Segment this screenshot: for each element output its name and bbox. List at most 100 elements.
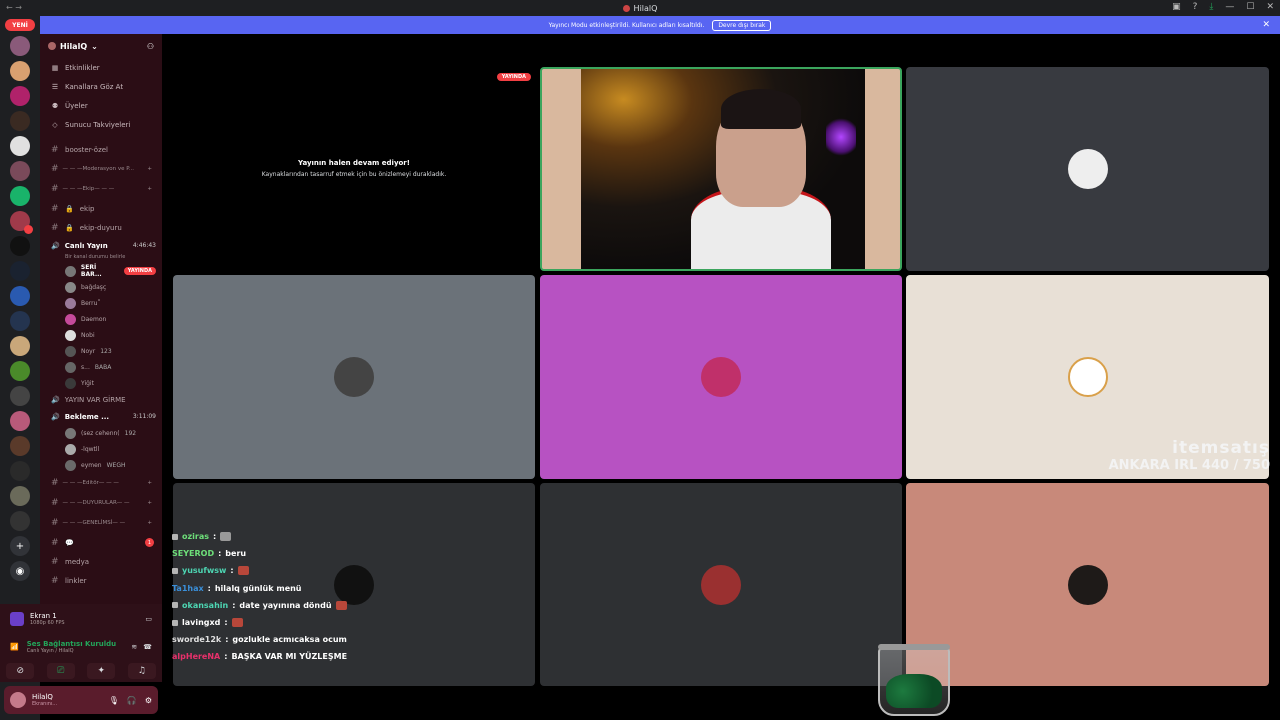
gear-icon[interactable]: ⚙: [145, 696, 152, 705]
chat-user: alpHereNA: [172, 652, 221, 662]
server-icon[interactable]: [10, 436, 30, 456]
server-icon[interactable]: [10, 386, 30, 406]
voice-member[interactable]: Berru˚: [40, 295, 162, 311]
server-icon[interactable]: [10, 361, 30, 381]
maximize-icon[interactable]: ☐: [1246, 2, 1254, 12]
voice-channel-nolive[interactable]: 🔊 YAYIN VAR GİRME: [40, 391, 162, 408]
noise-suppression-icon[interactable]: ≋: [131, 643, 137, 651]
explore-icon[interactable]: ◉: [10, 561, 30, 581]
server-icon[interactable]: [10, 61, 30, 81]
server-name: HilalQ: [60, 41, 88, 51]
emote-icon: [335, 600, 347, 610]
close-banner-icon[interactable]: ✕: [1262, 20, 1270, 30]
server-header[interactable]: HilalQ ⌄ ⚇: [40, 34, 162, 58]
participant-tile[interactable]: [906, 483, 1269, 686]
channel-chat[interactable]: # 💬 1: [40, 533, 162, 552]
voice-member[interactable]: Nobi: [40, 327, 162, 343]
voice-member[interactable]: Yiğit: [40, 375, 162, 391]
category-editor[interactable]: # — — —Editör— — — +: [40, 473, 162, 493]
server-icon[interactable]: [10, 461, 30, 481]
add-channel-icon[interactable]: +: [147, 500, 152, 506]
participant-tile[interactable]: [540, 275, 902, 479]
window-title: HilalQ: [633, 3, 658, 13]
help-icon[interactable]: ?: [1193, 2, 1198, 12]
banner-text: Yayıncı Modu etkinleştirildi. Kullanıcı …: [548, 21, 705, 29]
chat-user: lavingxd: [182, 618, 221, 628]
channel-booster[interactable]: # booster-özel: [40, 140, 162, 159]
server-icon[interactable]: [10, 36, 30, 56]
menu-members[interactable]: ⚉ Üyeler: [40, 96, 162, 115]
menu-boosts[interactable]: ◇ Sunucu Takviyeleri: [40, 115, 162, 134]
back-forward-icon[interactable]: ← →: [6, 3, 22, 12]
camera-tile[interactable]: [540, 67, 902, 271]
invite-icon[interactable]: ⚇: [147, 42, 154, 51]
voice-member[interactable]: s... BABA: [40, 359, 162, 375]
add-channel-icon[interactable]: +: [147, 480, 152, 486]
share-screen-icon[interactable]: ⎚: [46, 663, 75, 679]
headphones-icon[interactable]: 🎧: [127, 696, 137, 705]
server-icon[interactable]: [10, 411, 30, 431]
channel-ekip-duyuru[interactable]: # 🔒 ekip-duyuru: [40, 218, 162, 237]
download-icon[interactable]: ⤓: [1209, 2, 1213, 12]
sponsor-logo: itemsatış: [1172, 438, 1270, 458]
server-icon[interactable]: [10, 211, 33, 234]
category-ekip[interactable]: # — — —Ekip— — — +: [40, 179, 162, 199]
disconnect-icon[interactable]: ☎: [143, 643, 152, 651]
inbox-icon[interactable]: ▣: [1172, 2, 1181, 12]
screen-share-icon: [10, 612, 24, 626]
disable-streamer-mode-button[interactable]: Devre dışı bırak: [712, 19, 772, 31]
menu-events[interactable]: ▦ Etkinlikler: [40, 58, 162, 77]
minimize-icon[interactable]: —: [1225, 2, 1234, 12]
category-moderation[interactable]: # — — —Moderasyon ve P... +: [40, 159, 162, 179]
server-icon[interactable]: [10, 186, 30, 206]
badge-icon: [172, 602, 178, 609]
category-duyurular[interactable]: # — — —DUYURULAR— — +: [40, 493, 162, 513]
voice-channel-wait[interactable]: 🔊 Bekleme ... 3:11:09: [40, 408, 162, 425]
close-window-icon[interactable]: ✕: [1266, 2, 1274, 12]
voice-member[interactable]: (sez cehenn(192: [40, 425, 162, 441]
server-icon[interactable]: [10, 336, 30, 356]
server-icon[interactable]: [10, 486, 30, 506]
server-icon[interactable]: [10, 111, 30, 131]
channel-medya[interactable]: # medya: [40, 552, 162, 571]
server-icon[interactable]: [10, 136, 30, 156]
voice-member[interactable]: SERİ BAR... YAYINDA: [40, 263, 162, 279]
microphone-icon[interactable]: 🎙: [109, 696, 119, 705]
voice-member[interactable]: bağdaşç: [40, 279, 162, 295]
add-channel-icon[interactable]: +: [147, 166, 152, 172]
stop-share-icon[interactable]: ▭: [145, 615, 152, 623]
participant-tile[interactable]: [173, 275, 535, 479]
server-icon[interactable]: [10, 86, 30, 106]
channel-linkler[interactable]: # linkler: [40, 571, 162, 590]
category-genel[interactable]: # — — —GENELİMSİ— — +: [40, 513, 162, 533]
soundboard-icon[interactable]: ♫: [127, 663, 156, 679]
signal-icon[interactable]: 📶: [10, 643, 19, 651]
activities-icon[interactable]: ✦: [87, 663, 116, 679]
voice-member[interactable]: Daemon: [40, 311, 162, 327]
server-icon[interactable]: [10, 236, 30, 256]
menu-browse-channels[interactable]: ☰ Kanallara Göz At: [40, 77, 162, 96]
channel-ekip[interactable]: # 🔒 ekip: [40, 199, 162, 218]
add-server-icon[interactable]: +: [10, 536, 30, 556]
avatar[interactable]: [10, 692, 26, 708]
server-icon[interactable]: [10, 161, 30, 181]
camera-icon[interactable]: ⊘: [6, 663, 35, 679]
chat-message: SEYEROD: beru: [172, 549, 247, 559]
voice-status[interactable]: Bir kanal durumu belirle: [40, 254, 162, 263]
avatar: [65, 281, 76, 293]
voice-member[interactable]: eymen WEGH: [40, 457, 162, 473]
voice-channel-live[interactable]: 🔊 Canlı Yayın 4:46:43: [40, 237, 162, 254]
add-channel-icon[interactable]: +: [147, 520, 152, 526]
participant-tile[interactable]: [540, 483, 902, 686]
add-channel-icon[interactable]: +: [147, 186, 152, 192]
avatar: [701, 357, 741, 397]
stream-tile[interactable]: YAYINDA Yayının halen devam ediyor! Kayn…: [173, 67, 535, 271]
server-icon[interactable]: [10, 261, 30, 281]
server-icon[interactable]: [10, 286, 30, 306]
server-icon[interactable]: [10, 511, 30, 531]
participant-tile[interactable]: [906, 67, 1269, 271]
avatar: [1067, 357, 1108, 397]
server-icon[interactable]: [10, 311, 30, 331]
voice-member[interactable]: Noyr 123: [40, 343, 162, 359]
voice-member[interactable]: -lqwtll: [40, 441, 162, 457]
